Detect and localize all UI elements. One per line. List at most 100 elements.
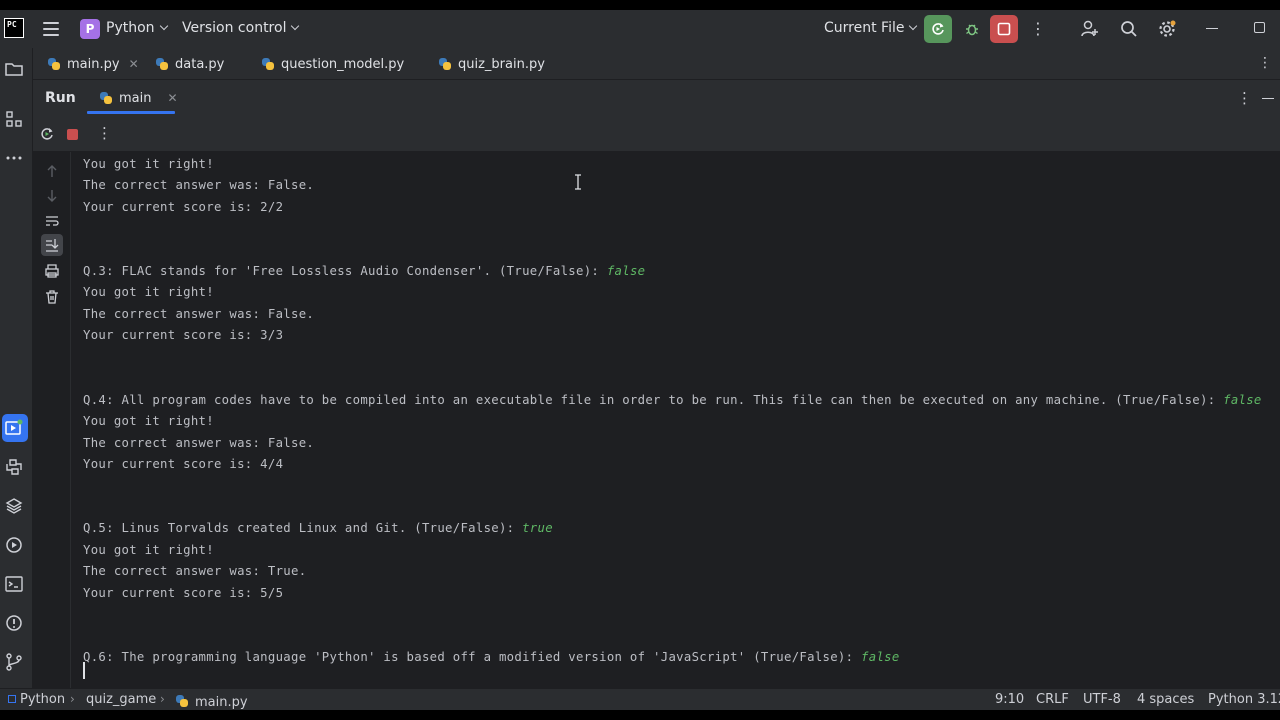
scroll-to-end-icon[interactable] [43, 236, 61, 254]
more-tools-icon[interactable] [4, 148, 24, 168]
more-actions-icon[interactable]: ⋮ [97, 124, 112, 142]
app-logo: PC [4, 18, 24, 38]
run-config-selector[interactable]: Current File [824, 20, 918, 36]
python-file-icon [47, 57, 61, 71]
console-output[interactable]: You got it right! The correct answer was… [72, 152, 1280, 688]
python-run-icon [99, 91, 113, 105]
user-answer: false [1223, 393, 1262, 407]
more-actions-icon[interactable]: ⋮ [1030, 19, 1046, 39]
line-separator[interactable]: CRLF [1036, 692, 1069, 707]
rerun-icon[interactable] [39, 126, 55, 142]
project-badge[interactable]: P [80, 19, 100, 39]
console-line: You got it right! [83, 285, 214, 299]
python-console-icon[interactable] [4, 457, 24, 477]
title-bar: PC P Python Version control Current File… [0, 10, 1280, 48]
python-file-icon [438, 57, 452, 71]
python-file-icon [175, 694, 189, 708]
git-icon[interactable] [4, 652, 24, 672]
module-icon [8, 695, 16, 703]
tab-quiz-brain-py[interactable]: quiz_brain.py [438, 48, 545, 80]
problems-icon[interactable] [4, 613, 24, 633]
close-icon[interactable]: ✕ [167, 91, 177, 105]
breadcrumb-file[interactable]: main.py [175, 692, 248, 710]
settings-icon[interactable] [1157, 19, 1177, 39]
tab-label: quiz_brain.py [458, 56, 545, 72]
python-file-icon [155, 57, 169, 71]
user-answer: false [606, 264, 646, 278]
console-line: You got it right! [83, 157, 214, 171]
console-line: Your current score is: 5/5 [83, 586, 284, 600]
scroll-down-icon[interactable] [43, 187, 61, 205]
trash-icon[interactable] [43, 288, 61, 306]
console-line: Your current score is: 4/4 [83, 457, 284, 471]
services-icon[interactable] [4, 535, 24, 555]
folder-icon[interactable] [4, 59, 24, 79]
scroll-up-icon[interactable] [43, 162, 61, 180]
console-line: You got it right! [83, 414, 214, 428]
panel-options-icon[interactable]: ⋮ [1237, 89, 1252, 107]
version-control-menu[interactable]: Version control [182, 20, 300, 36]
stop-icon[interactable] [67, 129, 78, 140]
tabs-more-icon[interactable]: ⋮ [1258, 55, 1272, 71]
run-toolbar: ⋮ [33, 116, 1280, 152]
run-tool-icon[interactable] [4, 418, 24, 438]
run-tab-main[interactable]: main ✕ [87, 80, 227, 116]
file-encoding[interactable]: UTF-8 [1083, 692, 1121, 707]
hamburger-menu-icon[interactable] [40, 19, 62, 39]
rerun-icon [932, 23, 944, 35]
caret-position[interactable]: 9:10 [995, 692, 1024, 707]
chevron-down-icon [909, 21, 918, 31]
status-bar: Python › quiz_game › main.py 9:10 CRLF U… [0, 688, 1280, 710]
run-panel-title: Run [45, 90, 76, 106]
mouse-ibeam-cursor [575, 174, 581, 190]
project-selector[interactable]: Python [106, 20, 168, 36]
console-line: Q.5: Linus Torvalds created Linux and Gi… [83, 521, 553, 535]
console-line: The correct answer was: True. [83, 564, 307, 578]
console-line: The correct answer was: False. [83, 436, 315, 450]
run-config-label: Current File [824, 20, 905, 36]
chevron-down-icon [159, 21, 168, 31]
tab-label: main.py [67, 56, 120, 72]
breadcrumb-folder[interactable]: quiz_game [86, 692, 156, 707]
run-panel-header: Run main ✕ ⋮ [33, 80, 1280, 116]
console-line: Your current score is: 2/2 [83, 200, 284, 214]
rerun-button[interactable] [924, 15, 952, 43]
input-caret [83, 662, 85, 679]
soft-wrap-icon[interactable] [43, 212, 61, 230]
hide-panel-icon[interactable] [1262, 98, 1274, 99]
user-answer: true [522, 521, 553, 535]
python-interpreter[interactable]: Python 3.12 [1208, 692, 1280, 707]
print-icon[interactable] [43, 262, 61, 280]
close-icon[interactable]: ✕ [129, 57, 139, 71]
add-user-icon[interactable] [1080, 19, 1100, 39]
terminal-icon[interactable] [4, 574, 24, 594]
editor-tabs: main.py ✕ data.py question_model.py quiz… [33, 48, 1280, 80]
debug-icon [966, 24, 978, 36]
layers-icon[interactable] [4, 496, 24, 516]
search-icon[interactable] [1119, 19, 1139, 39]
structure-icon[interactable] [4, 109, 24, 129]
tab-main-py[interactable]: main.py ✕ [47, 48, 139, 80]
tab-question-model-py[interactable]: question_model.py [261, 48, 404, 80]
window-restore-icon[interactable] [1254, 22, 1265, 33]
breadcrumb-separator: › [70, 692, 75, 706]
console-gutter [33, 152, 71, 688]
tab-data-py[interactable]: data.py [155, 48, 224, 80]
console-line: Your current score is: 3/3 [83, 328, 284, 342]
run-tab-label: main [119, 90, 152, 106]
debug-button[interactable] [958, 15, 986, 43]
tab-label: question_model.py [281, 56, 405, 72]
console-line: Q.6: The programming language 'Python' i… [83, 650, 900, 664]
console-line: The correct answer was: False. [83, 178, 315, 192]
console-line: Q.3: FLAC stands for 'Free Lossless Audi… [83, 264, 646, 278]
console-line: You got it right! [83, 543, 214, 557]
indent-setting[interactable]: 4 spaces [1137, 692, 1194, 707]
breadcrumb-project[interactable]: Python [8, 692, 65, 707]
breadcrumb-separator: › [160, 692, 165, 706]
window-minimize-icon[interactable] [1206, 28, 1218, 29]
console-line: Q.4: All program codes have to be compil… [83, 393, 1262, 407]
left-tool-strip [0, 48, 33, 688]
tab-label: data.py [175, 56, 225, 72]
stop-button[interactable] [990, 15, 1018, 43]
chevron-down-icon [291, 21, 300, 31]
